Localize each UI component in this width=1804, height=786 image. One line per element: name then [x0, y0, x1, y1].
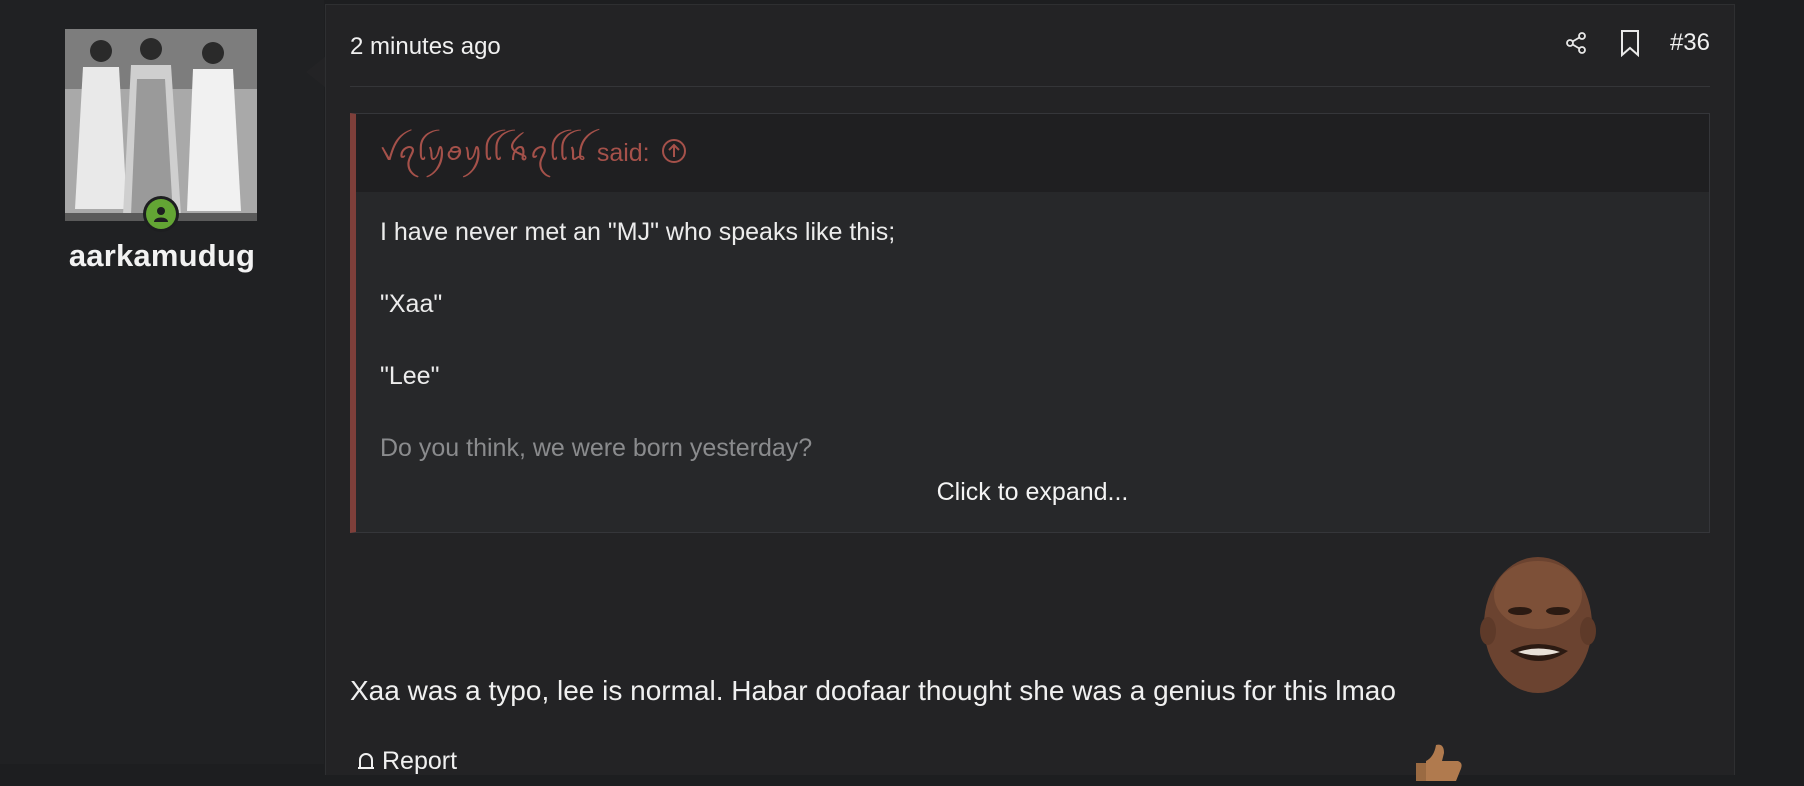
quote-line: "Lee" — [380, 362, 440, 390]
quote-header: ꪜꪖꪶꪗꪮꪗꪶꪶ ꫝꪖꪶꪶꪊ said: — [356, 114, 1709, 192]
username[interactable]: aarkamudug — [0, 238, 324, 274]
post-message: Xaa was a typo, lee is normal. Habar doo… — [350, 675, 1396, 706]
quote-line: "Xaa" — [380, 290, 443, 318]
post-actions: #36 — [1562, 27, 1710, 59]
share-icon[interactable] — [1562, 27, 1590, 59]
quote-block: ꪜꪖꪶꪗꪮꪗꪶꪶ ꫝꪖꪶꪶꪊ said: I have never met an… — [350, 113, 1710, 533]
quote-author[interactable]: ꪜꪖꪶꪗꪮꪗꪶꪶ ꫝꪖꪶꪶꪊ — [380, 127, 587, 180]
user-sidebar: aarkamudug — [0, 0, 324, 764]
avatar-image — [65, 29, 257, 221]
online-status-badge — [143, 196, 179, 232]
click-to-expand-link[interactable]: Click to expand... — [356, 478, 1709, 507]
arrow-up-circle-icon[interactable] — [660, 137, 688, 170]
post-number-link[interactable]: #36 — [1670, 29, 1710, 57]
user-icon — [154, 207, 168, 222]
post-header: 2 minutes ago #36 — [350, 5, 1710, 87]
quote-body: I have never met an "MJ" who speaks like… — [356, 192, 1709, 466]
report-button[interactable]: Report — [356, 747, 457, 776]
thumbs-up-icon — [1408, 741, 1468, 781]
bookmark-icon[interactable] — [1616, 27, 1644, 59]
crying-face-image — [1480, 553, 1596, 703]
post-container: 2 minutes ago #36 ꪜꪖꪶꪗꪮꪗꪶꪶ ꫝꪖꪶꪶꪊ said: I… — [325, 4, 1735, 781]
quote-line: I have never met an "MJ" who speaks like… — [380, 218, 896, 246]
report-label: Report — [382, 747, 458, 775]
quote-line: Do you think, we were born yesterday? — [380, 434, 813, 462]
post-timestamp[interactable]: 2 minutes ago — [350, 33, 501, 61]
avatar[interactable] — [65, 29, 257, 221]
post-pointer — [306, 56, 326, 88]
quote-said-label: said: — [596, 138, 650, 167]
bell-icon — [358, 752, 374, 769]
